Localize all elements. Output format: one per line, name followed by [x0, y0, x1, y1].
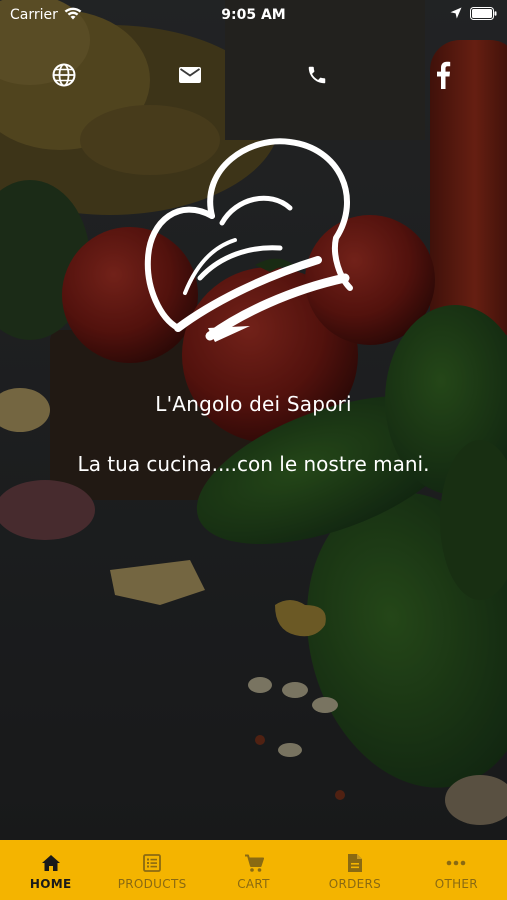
globe-icon[interactable] [47, 58, 81, 92]
tab-other[interactable]: OTHER [406, 840, 507, 900]
background-image [0, 0, 507, 840]
battery-icon [470, 6, 497, 24]
carrier-label: Carrier [10, 7, 58, 23]
status-bar: Carrier 9:05 AM [0, 0, 507, 30]
top-actions [0, 58, 507, 92]
phone-icon[interactable] [300, 58, 334, 92]
tab-home[interactable]: HOME [0, 840, 101, 900]
mail-icon[interactable] [173, 58, 207, 92]
facebook-icon[interactable] [426, 58, 460, 92]
more-icon [445, 853, 467, 873]
list-icon [141, 853, 163, 873]
chef-hat-logo [140, 128, 366, 348]
tagline: La tua cucina....con le nostre mani. [77, 452, 430, 476]
bottom-tab-bar: HOME PRODUCTS CART ORDERS OTHER [0, 840, 507, 900]
tab-cart-label: CART [237, 877, 270, 891]
tab-products-label: PRODUCTS [117, 877, 187, 891]
tab-products[interactable]: PRODUCTS [101, 840, 202, 900]
brand-name: L'Angolo dei Sapori [155, 392, 352, 416]
tab-other-label: OTHER [434, 877, 478, 891]
wifi-icon [64, 7, 82, 24]
tab-cart[interactable]: CART [203, 840, 304, 900]
tab-home-label: HOME [29, 877, 72, 891]
tab-orders[interactable]: ORDERS [304, 840, 405, 900]
tab-orders-label: ORDERS [328, 877, 382, 891]
document-icon [344, 853, 366, 873]
home-icon [40, 853, 62, 873]
location-arrow-icon [450, 7, 462, 23]
cart-icon [243, 853, 265, 873]
